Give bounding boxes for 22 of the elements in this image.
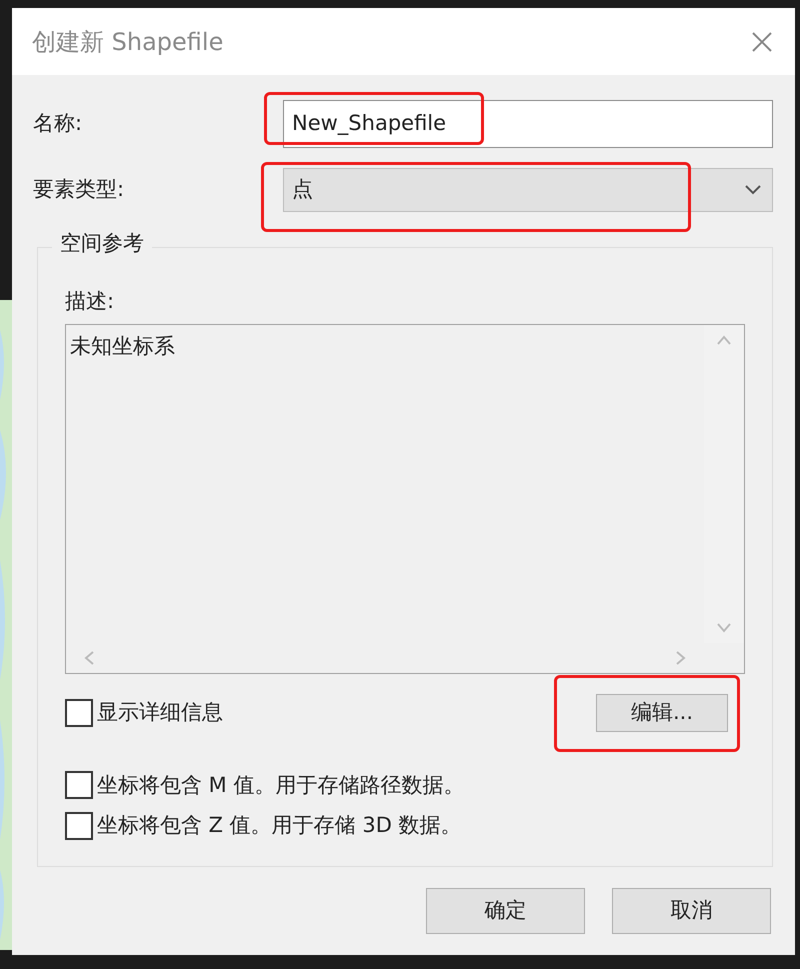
feature-type-dropdown[interactable]: 点 bbox=[283, 168, 773, 212]
dialog-button[interactable]: 取消 bbox=[612, 888, 771, 934]
checkbox-label: 显示详细信息 bbox=[97, 698, 223, 726]
checkbox[interactable] bbox=[65, 698, 93, 726]
close-icon[interactable] bbox=[751, 30, 773, 52]
checkbox-label: 坐标将包含 Z 值。用于存储 3D 数据。 bbox=[97, 812, 462, 839]
field-label: 要素类型: bbox=[33, 176, 126, 204]
scroll-right-icon bbox=[676, 650, 686, 666]
field-label: 描述: bbox=[65, 288, 116, 315]
field-label: 名称: bbox=[33, 110, 84, 138]
checkbox[interactable] bbox=[65, 771, 93, 800]
checkbox-label: 坐标将包含 M 值。用于存储路径数据。 bbox=[97, 772, 464, 798]
checkbox[interactable] bbox=[65, 812, 93, 840]
window-title: 创建新 Shapefile bbox=[32, 26, 224, 58]
dialog-button[interactable]: 确定 bbox=[426, 888, 585, 934]
name-input[interactable]: New_Shapefile bbox=[283, 100, 773, 148]
description-text: 未知坐标系 bbox=[69, 332, 176, 360]
edit-button[interactable]: 编辑... bbox=[596, 694, 728, 732]
scroll-left-icon bbox=[84, 650, 94, 666]
chevron-down-icon bbox=[744, 184, 762, 196]
scroll-up-icon bbox=[716, 334, 732, 344]
scroll-down-icon bbox=[716, 622, 732, 632]
